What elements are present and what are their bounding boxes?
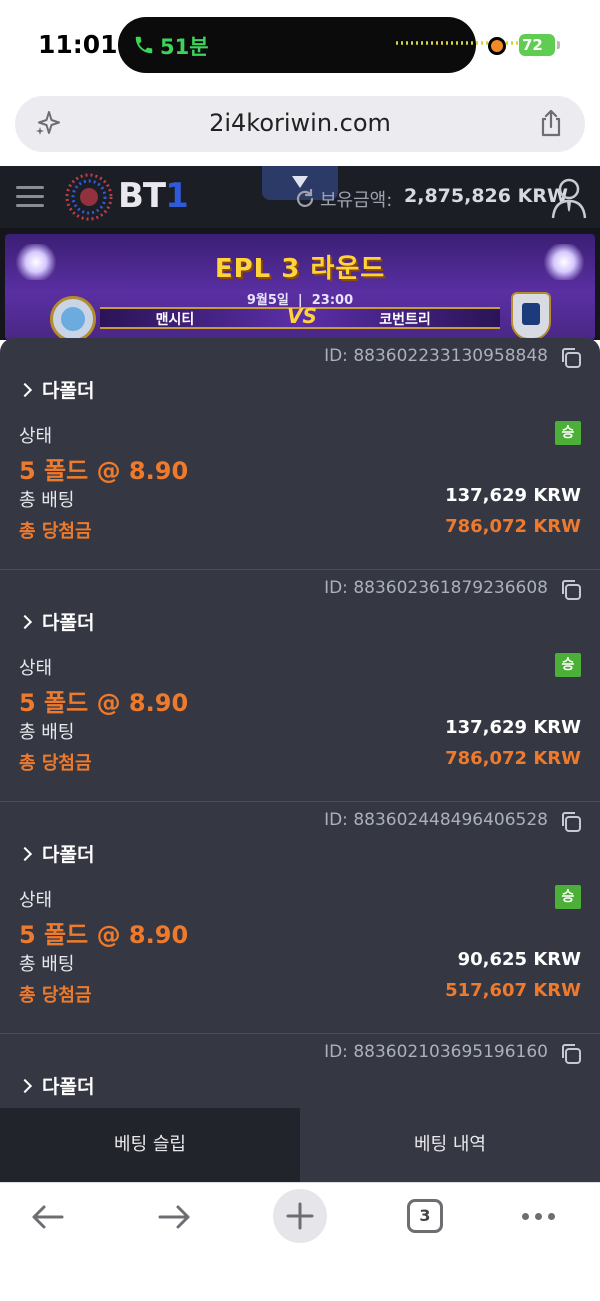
dynamic-island[interactable]: 51분 (118, 17, 528, 73)
copy-icon[interactable] (560, 347, 582, 369)
payout-value: 517,607 KRW (445, 980, 581, 1001)
payout-label: 총 당첨금 (19, 985, 92, 1006)
battery-indicator: 72 (519, 34, 555, 56)
stake-label: 총 배팅 (19, 490, 75, 511)
banner-title: EPL 3 라운드 (214, 254, 386, 284)
browser-toolbar: 3 (0, 1182, 600, 1301)
balance-label: 보유금액: (320, 190, 393, 211)
stake-label: 총 배팅 (19, 954, 75, 975)
balance-value: 2,875,826 KRW (404, 185, 568, 207)
status-bar: 11:01 51분 72 (0, 0, 600, 90)
tab-betslip[interactable]: 베팅 슬립 (0, 1108, 300, 1182)
back-arrow-icon[interactable] (28, 1197, 68, 1237)
bet-type-toggle[interactable]: 다폴더 (17, 376, 95, 403)
away-crest-icon (511, 292, 551, 340)
status-badge: 승 (555, 653, 581, 677)
logo-text[interactable]: BT1 (118, 176, 189, 216)
stake-label: 총 배팅 (19, 722, 75, 743)
copy-icon[interactable] (560, 579, 582, 601)
bet-id: ID: 883602233130958848 (324, 346, 548, 366)
stake-value: 90,625 KRW (457, 949, 581, 970)
menu-icon[interactable] (16, 186, 44, 208)
recording-indicator (488, 37, 506, 55)
audio-waveform (396, 41, 528, 45)
bet-type: 다폴더 (42, 380, 95, 402)
payout-label: 총 당첨금 (19, 753, 92, 774)
chevron-down-icon (292, 176, 308, 188)
tab-bet-history[interactable]: 베팅 내역 (300, 1108, 600, 1182)
site-header: BT1 보유금액: 2,875,826 KRW (0, 166, 600, 228)
status-label: 상태 (19, 426, 53, 447)
battery-tip (557, 41, 560, 49)
bet-odds: 5 폴드 @ 8.90 (19, 457, 189, 485)
chevron-right-icon (17, 614, 33, 630)
bet-card[interactable]: ID: 883602448496406528 다폴더 상태 승 5 폴드 @ 8… (0, 802, 600, 1034)
status-label: 상태 (19, 658, 53, 679)
more-icon[interactable] (522, 1213, 555, 1220)
bet-type: 다폴더 (42, 612, 95, 634)
bet-id: ID: 883602103695196160 (324, 1042, 548, 1062)
home-crest-icon (50, 296, 96, 340)
bet-odds: 5 폴드 @ 8.90 (19, 921, 189, 949)
bet-card[interactable]: ID: 883602103695196160 다폴더 (0, 1034, 600, 1108)
chevron-right-icon (17, 382, 33, 398)
bet-id: ID: 883602361879236608 (324, 578, 548, 598)
status-badge: 승 (555, 421, 581, 445)
url-text[interactable]: 2i4koriwin.com (15, 109, 585, 137)
bet-card[interactable]: ID: 883602361879236608 다폴더 상태 승 5 폴드 @ 8… (0, 570, 600, 802)
stake-value: 137,629 KRW (445, 485, 581, 506)
banner-image: EPL 3 라운드 9월5일 | 23:00 맨시티 VS 코번트리 (5, 234, 595, 340)
vs-label: VS (287, 304, 317, 328)
bet-history-sheet[interactable]: ID: 883602233130958848 다폴더 상태 승 5 폴드 @ 8… (0, 338, 600, 1108)
bet-type: 다폴더 (42, 844, 95, 866)
user-icon[interactable] (550, 176, 588, 220)
status-badge: 승 (555, 885, 581, 909)
match-time: 23:00 (311, 293, 354, 308)
payout-label: 총 당첨금 (19, 521, 92, 542)
chevron-right-icon (17, 846, 33, 862)
call-duration: 51분 (160, 35, 209, 59)
promo-banner[interactable]: EPL 3 라운드 9월5일 | 23:00 맨시티 VS 코번트리 (0, 228, 600, 340)
chevron-right-icon (17, 1078, 33, 1094)
payout-value: 786,072 KRW (445, 516, 581, 537)
match-date: 9월5일 (246, 293, 289, 308)
status-label: 상태 (19, 890, 53, 911)
clock: 11:01 (38, 30, 118, 59)
bet-tabs: 베팅 슬립 베팅 내역 (0, 1108, 600, 1182)
forward-arrow-icon[interactable] (154, 1197, 194, 1237)
bet-type: 다폴더 (42, 1076, 95, 1098)
stake-value: 137,629 KRW (445, 717, 581, 738)
bet-id: ID: 883602448496406528 (324, 810, 548, 830)
new-tab-button[interactable] (273, 1189, 327, 1243)
home-team: 맨시티 (155, 312, 195, 328)
bet-odds: 5 폴드 @ 8.90 (19, 689, 189, 717)
payout-value: 786,072 KRW (445, 748, 581, 769)
bet-type-toggle[interactable]: 다폴더 (17, 1072, 95, 1099)
bet-card[interactable]: ID: 883602233130958848 다폴더 상태 승 5 폴드 @ 8… (0, 338, 600, 570)
phone-icon (135, 36, 153, 54)
address-bar[interactable]: 2i4koriwin.com (15, 96, 585, 152)
share-icon[interactable] (537, 108, 565, 138)
bet-type-toggle[interactable]: 다폴더 (17, 840, 95, 867)
tabs-button[interactable]: 3 (407, 1199, 443, 1233)
refresh-icon[interactable] (294, 188, 316, 210)
bet-type-toggle[interactable]: 다폴더 (17, 608, 95, 635)
away-team: 코번트리 (379, 312, 431, 328)
copy-icon[interactable] (560, 1043, 582, 1065)
copy-icon[interactable] (560, 811, 582, 833)
plus-icon (286, 1202, 314, 1230)
